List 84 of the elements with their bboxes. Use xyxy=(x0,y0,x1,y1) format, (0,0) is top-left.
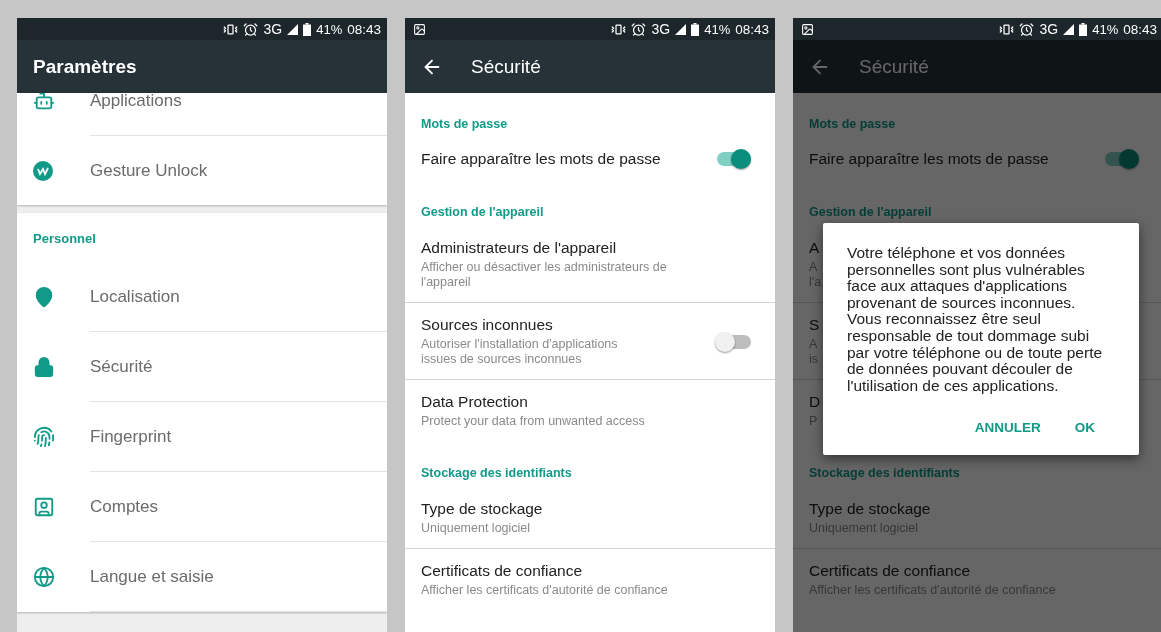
vibrate-icon xyxy=(611,21,627,37)
fingerprint-icon xyxy=(33,425,55,448)
item-title: Faire apparaître les mots de passe xyxy=(421,150,661,168)
globe-icon xyxy=(33,565,55,588)
clock-time: 08:43 xyxy=(1123,21,1157,37)
item-title: Faire apparaître les mots de passe xyxy=(809,150,1049,168)
settings-item[interactable]: Data Protection Protect your data from unwanted access xyxy=(405,380,775,442)
item-label: Sécurité xyxy=(90,356,153,377)
app-bar-title: Sécurité xyxy=(859,55,929,78)
toggle-switch[interactable] xyxy=(717,334,751,349)
section-header: Personnel xyxy=(32,230,97,248)
item-title: D xyxy=(809,393,821,411)
item-title: Certificats de confiance xyxy=(809,562,971,580)
settings-item[interactable]: Certificats de confiance Afficher les certificats d'autorité de confiance xyxy=(405,549,775,611)
settings-item[interactable]: Sécurité xyxy=(17,332,387,401)
battery-percent: 41% xyxy=(316,21,343,37)
item-title: Type de stockage xyxy=(809,500,931,518)
item-title: Type de stockage xyxy=(421,500,543,518)
battery-percent: 41% xyxy=(1092,21,1119,37)
dialog-button[interactable]: ANNULER xyxy=(974,416,1041,440)
section-header: Stockage des identifiants xyxy=(808,465,961,482)
item-title: Certificats de confiance xyxy=(421,562,583,580)
dialog-message: Votre téléphone et vos données personnelles sont plus vulnérables face aux attaques d'applications provenant de sources inconnues. Vous reconnaissez être seul responsable de tout dommage subi par votre téléphone ou de toute perte de données pouvant découler de l'utilisation de ces applications. xyxy=(847,245,1103,395)
network-type: 3G xyxy=(651,21,671,37)
account-icon xyxy=(33,495,55,518)
picture-icon xyxy=(801,22,814,36)
battery-icon xyxy=(303,22,312,36)
settings-item[interactable]: Applications xyxy=(17,93,387,135)
app-bar-title: Sécurité xyxy=(471,55,541,78)
item-label: Langue et saisie xyxy=(90,566,214,587)
item-label: Comptes xyxy=(90,496,159,517)
alarm-icon xyxy=(243,21,259,37)
item-title: Sources inconnues xyxy=(421,316,553,334)
item-description: Afficher les certificats d'autorité de confiance xyxy=(421,583,668,598)
battery-percent: 41% xyxy=(704,21,731,37)
gesture-icon xyxy=(33,160,53,181)
item-label: Fingerprint xyxy=(90,426,172,447)
picture-icon xyxy=(413,22,426,36)
settings-item[interactable]: Gesture Unlock xyxy=(17,136,387,205)
settings-item[interactable]: Comptes xyxy=(17,472,387,541)
signal-icon xyxy=(287,23,299,35)
network-type: 3G xyxy=(1039,21,1059,37)
vibrate-icon xyxy=(223,21,239,37)
item-title: Data Protection xyxy=(421,393,528,411)
lock-icon xyxy=(33,355,55,378)
clock-time: 08:43 xyxy=(735,21,769,37)
settings-item[interactable]: Sources inconnues Autoriser l'installation d'applications issues de sources inconnues xyxy=(405,303,775,380)
item-title: Administrateurs de l'appareil xyxy=(421,239,617,257)
item-description: Uniquement logiciel xyxy=(421,521,531,536)
battery-icon xyxy=(1079,22,1088,36)
settings-item[interactable]: Localisation xyxy=(17,262,387,331)
app-bar-title: Paramètres xyxy=(33,55,137,78)
alarm-icon xyxy=(631,21,647,37)
item-label: Gesture Unlock xyxy=(90,160,208,181)
toggle-switch[interactable] xyxy=(1105,152,1139,166)
network-type: 3G xyxy=(263,21,283,37)
battery-icon xyxy=(691,22,700,36)
toggle-switch[interactable] xyxy=(717,152,751,166)
item-description: Autoriser l'installation d'applications issues de sources inconnues xyxy=(421,337,618,367)
settings-item[interactable]: Type de stockage Uniquement logiciel xyxy=(405,487,775,549)
settings-item[interactable]: Faire apparaître les mots de passe xyxy=(405,138,775,181)
robot-icon xyxy=(33,93,55,112)
section-header: Stockage des identifiants xyxy=(420,465,573,482)
section-header: Mots de passe xyxy=(808,116,897,133)
section-header: Gestion de l'appareil xyxy=(420,204,545,221)
clock-time: 08:43 xyxy=(347,21,381,37)
alarm-icon xyxy=(1019,21,1035,37)
signal-icon xyxy=(675,23,687,35)
item-label: Applications xyxy=(90,93,182,111)
vibrate-icon xyxy=(999,21,1015,37)
dialog-button[interactable]: OK xyxy=(1074,416,1095,440)
settings-item[interactable]: Faire apparaître les mots de passe xyxy=(793,138,1161,181)
signal-icon xyxy=(1063,23,1075,35)
item-title: A xyxy=(809,239,820,257)
item-description: Afficher ou désactiver les administrateurs de l'appareil xyxy=(421,260,667,290)
settings-item[interactable]: Administrateurs de l'appareil Afficher ou désactiver les administrateurs de l'appareil xyxy=(405,226,775,303)
settings-item[interactable]: Fingerprint xyxy=(17,402,387,471)
section-header: Mots de passe xyxy=(420,116,509,133)
item-description: Protect your data from unwanted access xyxy=(421,414,645,429)
section-header: Gestion de l'appareil xyxy=(808,204,933,221)
location-pin-icon xyxy=(33,285,55,308)
item-label: Localisation xyxy=(90,286,180,307)
settings-item[interactable]: Langue et saisie xyxy=(17,542,387,611)
item-title: S xyxy=(809,316,820,334)
